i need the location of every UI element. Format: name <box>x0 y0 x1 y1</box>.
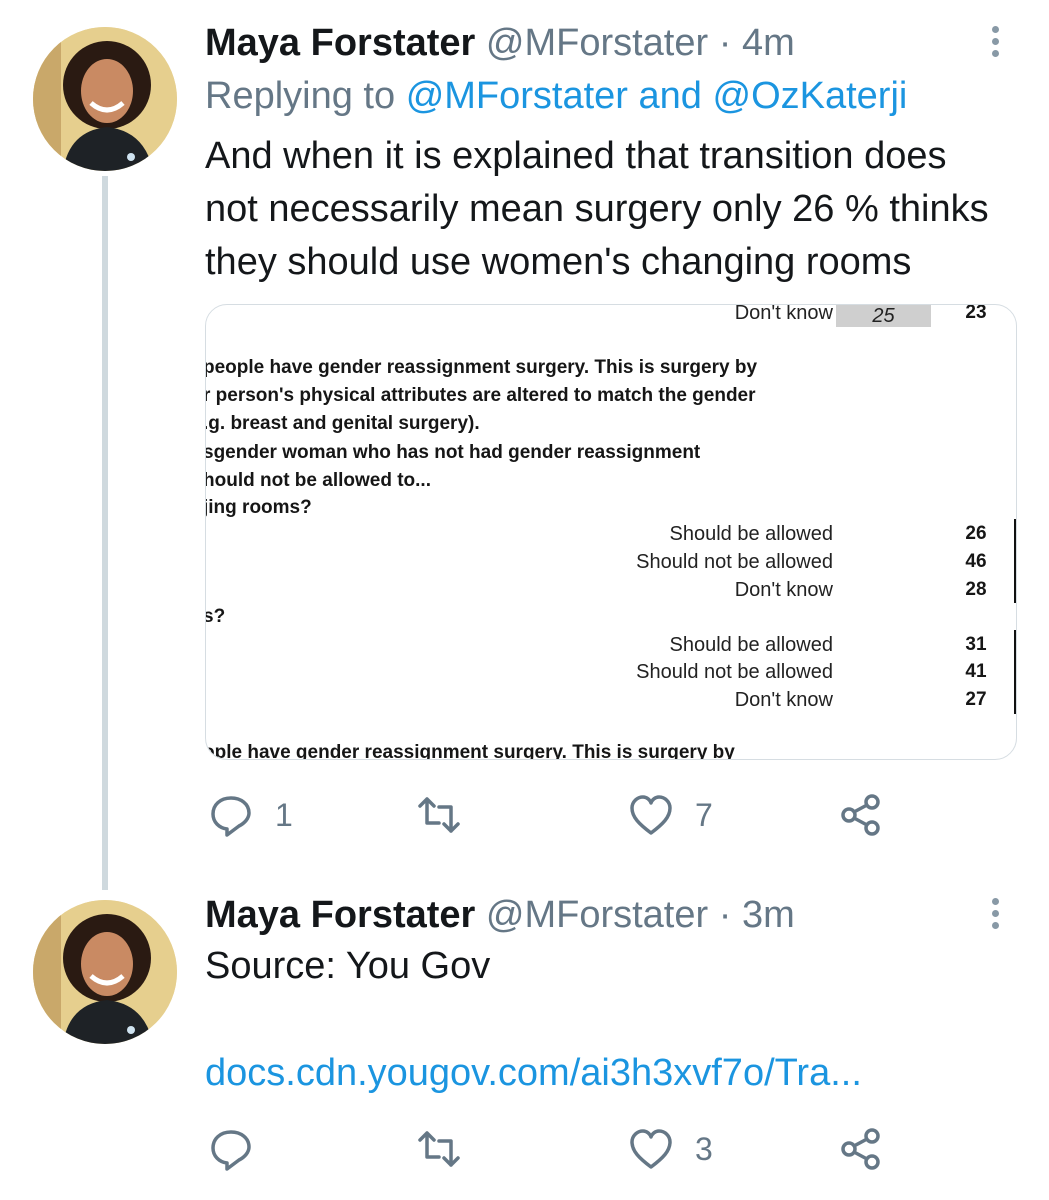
media-question-line: hould not be allowed to... <box>205 470 431 491</box>
media-top-label: Don't know <box>734 304 833 324</box>
retweet-button[interactable] <box>417 1126 483 1172</box>
avatar-photo <box>33 27 177 171</box>
avatar-photo <box>33 900 177 1044</box>
tweet-text: And when it is explained that transition… <box>205 130 1035 289</box>
author-handle[interactable]: @MForstater <box>486 894 708 936</box>
tweet-text-line: not necessarily mean surgery only 26 % t… <box>205 188 989 230</box>
attached-image[interactable]: Don't know 25 23 people have gender reas… <box>205 304 1017 760</box>
media-question-line: jing rooms? <box>205 497 312 518</box>
reply-count: 1 <box>275 796 293 833</box>
share-button[interactable] <box>839 1126 883 1172</box>
retweet-button[interactable] <box>417 792 483 838</box>
reply-icon <box>211 1130 251 1171</box>
tweet-text-line: And when it is explained that transition… <box>205 135 947 177</box>
more-icon[interactable] <box>985 895 1005 935</box>
mention-link[interactable]: @MForstater <box>406 75 628 117</box>
replying-to-prefix: Replying to <box>205 75 396 117</box>
media-option-label: Should be allowed <box>669 634 833 656</box>
like-icon <box>630 795 672 835</box>
like-button[interactable]: 3 <box>629 1126 713 1172</box>
like-count: 7 <box>695 796 713 833</box>
reply-button[interactable] <box>209 1126 275 1172</box>
media-question-line: .g. breast and genital surgery). <box>205 413 480 434</box>
like-button[interactable]: 7 <box>629 792 713 838</box>
replying-and: and <box>638 75 702 117</box>
media-top-shaded-value: 25 <box>836 305 931 327</box>
avatar[interactable] <box>33 27 177 171</box>
thread-connector-line <box>102 176 108 890</box>
media-option-value: 31 <box>965 634 987 655</box>
media-option-value: 26 <box>965 523 987 544</box>
author-name[interactable]: Maya Forstater <box>205 894 475 936</box>
media-option-label: Don't know <box>734 689 833 711</box>
source-link[interactable]: docs.cdn.yougov.com/ai3h3xvf7o/Tra... <box>205 1047 1035 1100</box>
media-option-value: 46 <box>965 551 987 572</box>
tweet-header: Maya Forstater @MForstater · 3m <box>205 892 795 938</box>
media-question-line: s? <box>205 606 226 627</box>
author-name[interactable]: Maya Forstater <box>205 22 475 64</box>
tweet-header: Maya Forstater @MForstater · 4m <box>205 20 795 66</box>
share-button[interactable] <box>839 792 883 838</box>
tweet-timestamp[interactable]: 4m <box>742 22 795 64</box>
separator-dot: · <box>718 894 732 936</box>
media-option-label: Should not be allowed <box>636 661 833 683</box>
share-icon <box>841 1128 880 1170</box>
media-top-value: 23 <box>965 304 987 323</box>
tweet-actions: 3 <box>205 1126 905 1172</box>
retweet-icon <box>418 797 460 833</box>
share-icon <box>841 794 880 836</box>
like-icon <box>630 1129 672 1169</box>
media-option-value: 28 <box>965 579 987 600</box>
media-bracket-line <box>1014 630 1016 714</box>
avatar[interactable] <box>33 900 177 1044</box>
mention-link[interactable]: @OzKaterji <box>713 75 908 117</box>
media-option-value: 41 <box>965 661 987 682</box>
media-question-line: ople have gender reassignment surgery. T… <box>205 742 735 760</box>
media-bracket-line <box>1014 519 1016 603</box>
media-question-line: people have gender reassignment surgery.… <box>205 357 758 378</box>
reply-icon <box>211 796 251 837</box>
replying-to-line: Replying to @MForstater and @OzKaterji <box>205 73 907 119</box>
tweet-text: Source: You Gov <box>205 940 1035 993</box>
tweet-timestamp[interactable]: 3m <box>742 894 795 936</box>
separator-dot: · <box>718 22 732 64</box>
tweet-text-line: they should use women's changing rooms <box>205 241 912 283</box>
tweet-actions: 1 7 <box>205 792 905 838</box>
media-question-line: r person's physical attributes are alter… <box>205 385 756 406</box>
more-icon[interactable] <box>985 23 1005 63</box>
media-option-label: Should not be allowed <box>636 551 833 573</box>
media-option-value: 27 <box>965 689 987 710</box>
retweet-icon <box>418 1131 460 1167</box>
like-count: 3 <box>695 1130 713 1167</box>
media-question-line: sgender woman who has not had gender rea… <box>205 442 701 463</box>
media-option-label: Don't know <box>734 579 833 601</box>
author-handle[interactable]: @MForstater <box>486 22 708 64</box>
tweet-text-line: Source: You Gov <box>205 945 491 987</box>
reply-button[interactable]: 1 <box>209 792 293 838</box>
media-option-label: Should be allowed <box>669 523 833 545</box>
